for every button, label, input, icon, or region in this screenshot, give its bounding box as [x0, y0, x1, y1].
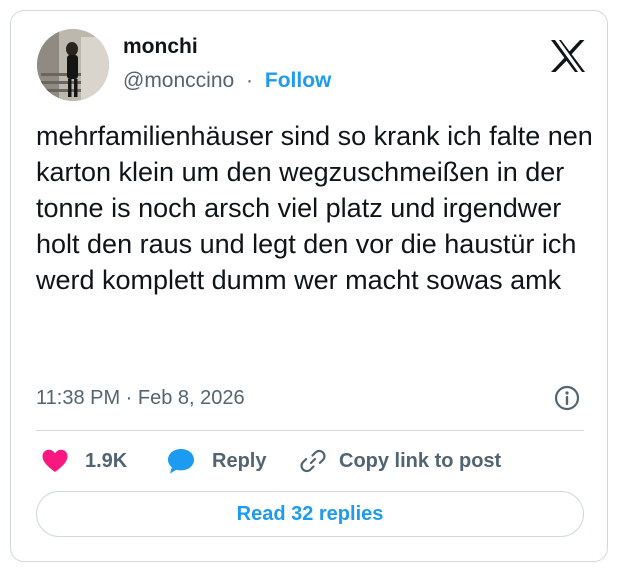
speech-bubble-icon [168, 449, 194, 474]
tweet-timestamp[interactable]: 11:38 PM · Feb 8, 2026 [36, 387, 245, 410]
action-bar: 1.9K Reply Copy link to post [36, 445, 586, 477]
author-handle-row: @monccino · Follow [123, 69, 331, 93]
reply-button[interactable]: Reply [166, 445, 266, 477]
reply-label: Reply [212, 449, 267, 472]
like-button[interactable]: 1.9K [41, 445, 127, 477]
read-replies-button[interactable]: Read 32 replies [36, 491, 584, 537]
follow-link[interactable]: Follow [265, 69, 332, 92]
tweet-text: mehrfamilienhäuser sind so krank ich fal… [36, 121, 593, 295]
copy-link-label: Copy link to post [339, 449, 502, 472]
avatar[interactable] [37, 29, 109, 101]
heart-icon [42, 449, 68, 472]
info-icon[interactable] [554, 385, 580, 411]
copy-link-button[interactable]: Copy link to post [299, 445, 501, 477]
link-icon [300, 449, 326, 473]
author-handle[interactable]: @monccino [123, 69, 234, 92]
tweet-card: monchi @monccino · Follow mehrfamilienhä… [10, 10, 608, 562]
handle-separator: · [246, 69, 254, 92]
author-name[interactable]: monchi [123, 35, 198, 59]
divider [36, 430, 584, 431]
avatar-photo [37, 29, 109, 101]
like-count: 1.9K [85, 449, 128, 472]
x-logo-icon[interactable] [549, 39, 587, 73]
